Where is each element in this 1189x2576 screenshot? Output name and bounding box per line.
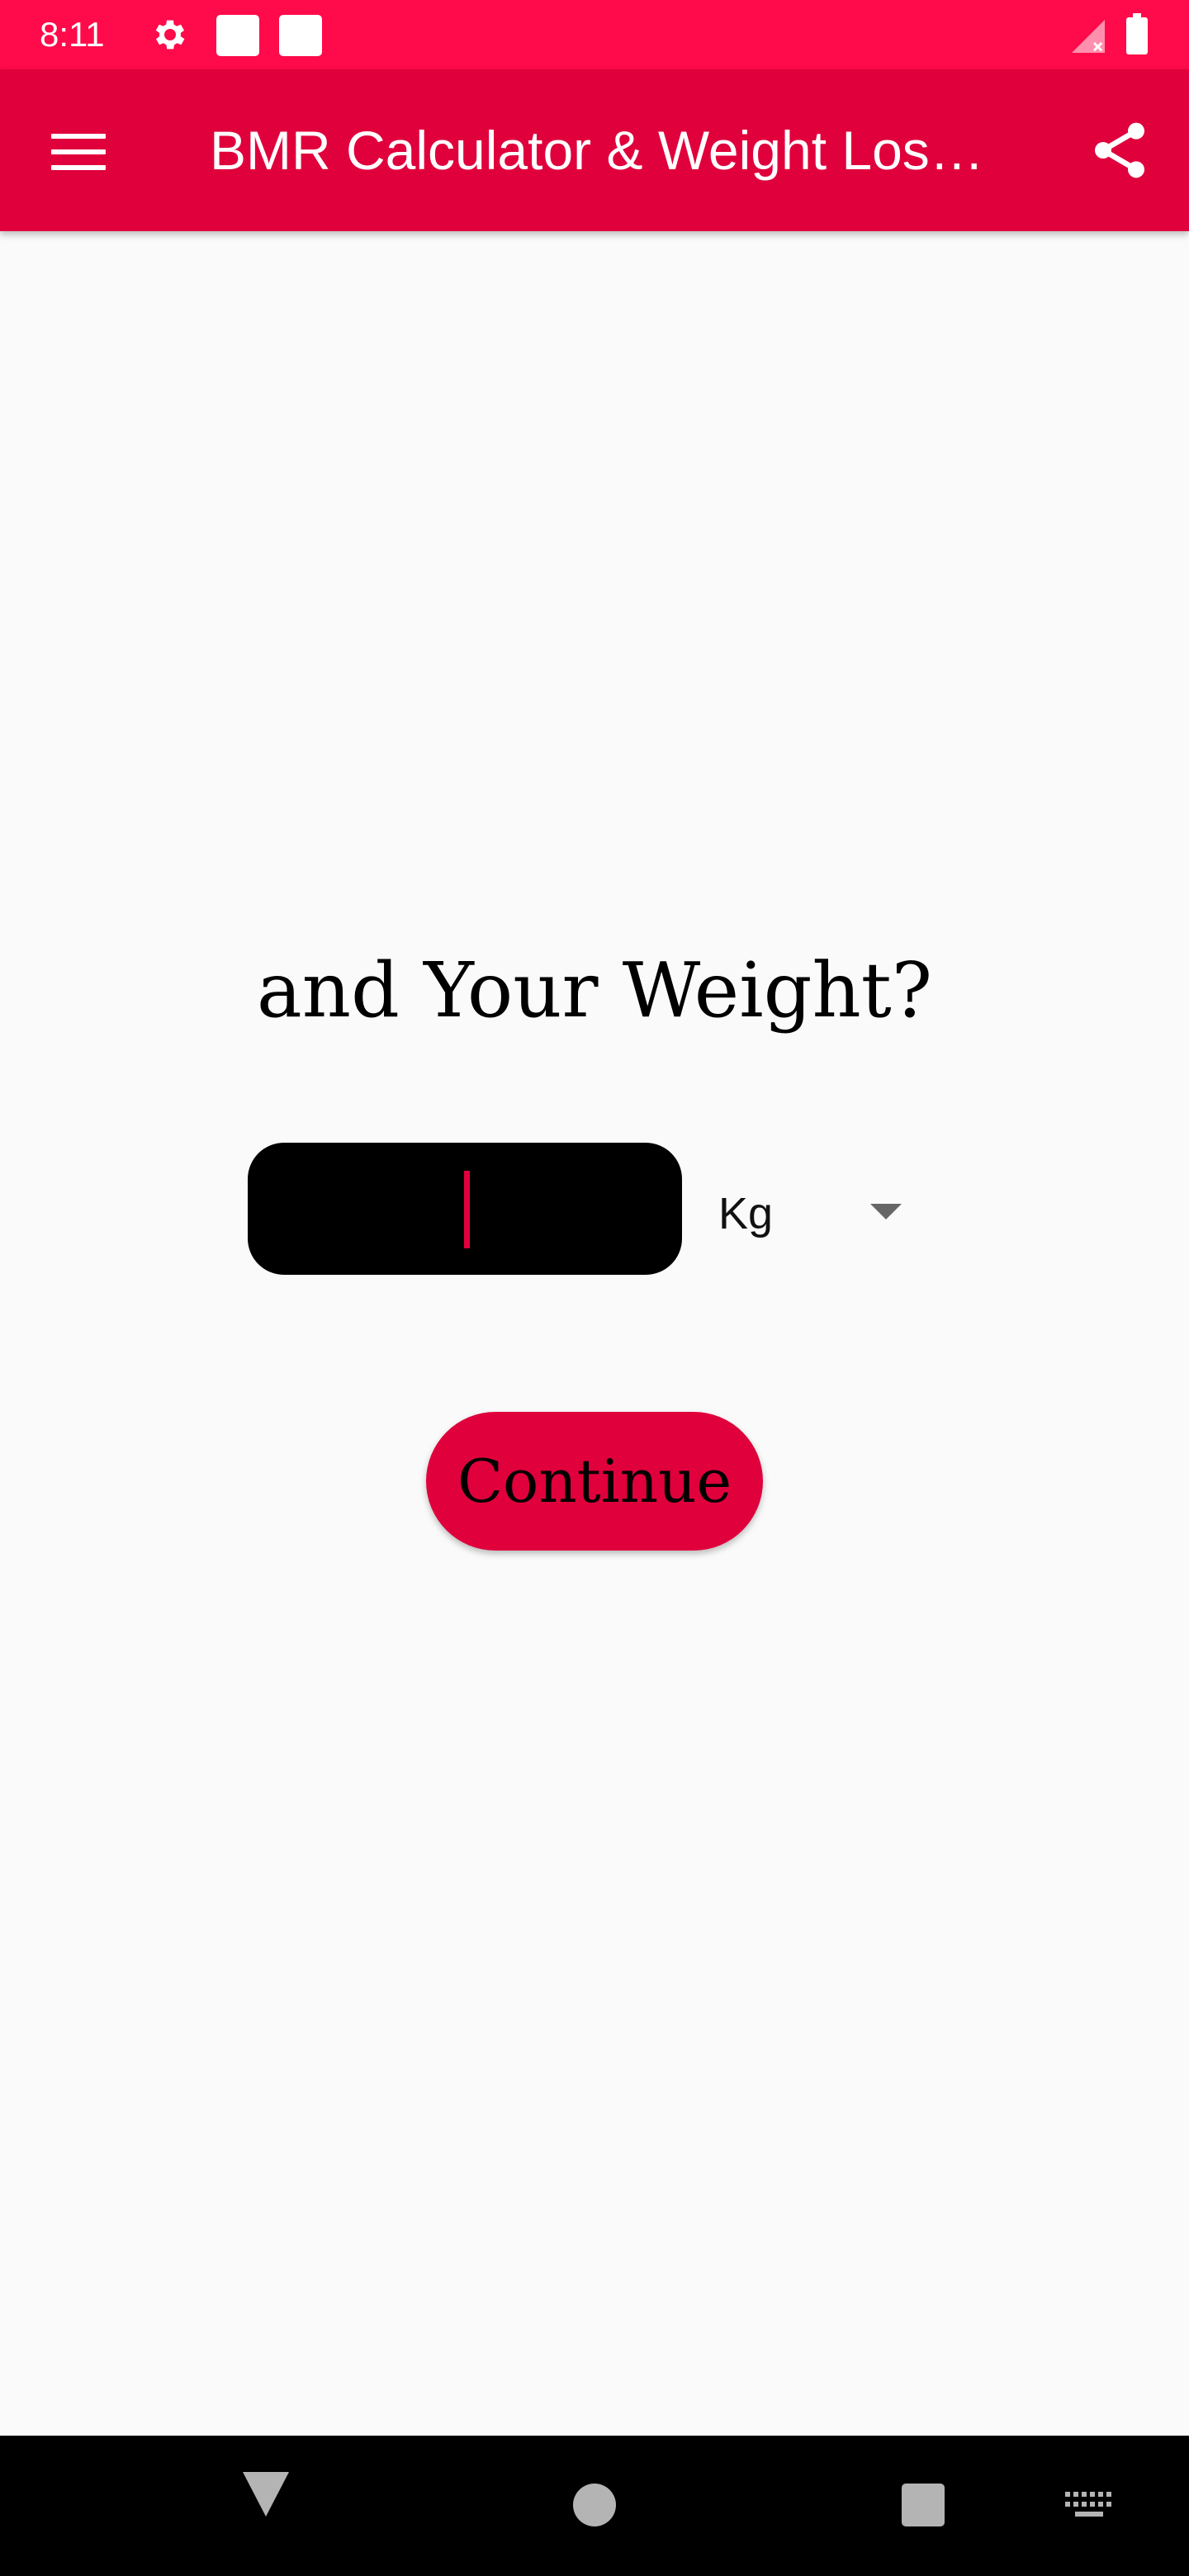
notification-square-icon	[216, 15, 259, 56]
unit-selected-value: Kg	[718, 1189, 774, 1238]
app-bar: BMR Calculator & Weight Los…	[0, 69, 1189, 231]
weight-question: and Your Weight?	[256, 946, 933, 1035]
share-icon[interactable]	[1087, 117, 1153, 183]
text-cursor	[464, 1171, 470, 1248]
dropdown-arrow-icon	[870, 1204, 902, 1219]
menu-line	[51, 134, 106, 139]
gear-icon	[155, 20, 185, 50]
home-icon[interactable]	[573, 2484, 616, 2526]
app-title: BMR Calculator & Weight Los…	[210, 120, 984, 181]
menu-line	[51, 165, 106, 170]
status-time: 8:11	[40, 15, 105, 54]
unit-dropdown[interactable]: Kg	[715, 1164, 913, 1255]
back-icon[interactable]	[239, 2465, 292, 2523]
menu-line	[51, 149, 106, 154]
continue-button[interactable]: Continue	[426, 1412, 763, 1551]
hamburger-menu-icon[interactable]	[36, 119, 106, 185]
battery-icon	[1126, 13, 1148, 54]
signal-no-data-icon	[1072, 20, 1105, 53]
notification-square-icon	[279, 15, 322, 56]
keyboard-icon[interactable]	[1065, 2492, 1113, 2522]
recents-icon[interactable]	[902, 2484, 945, 2526]
status-bar: 8:11	[0, 0, 1189, 69]
